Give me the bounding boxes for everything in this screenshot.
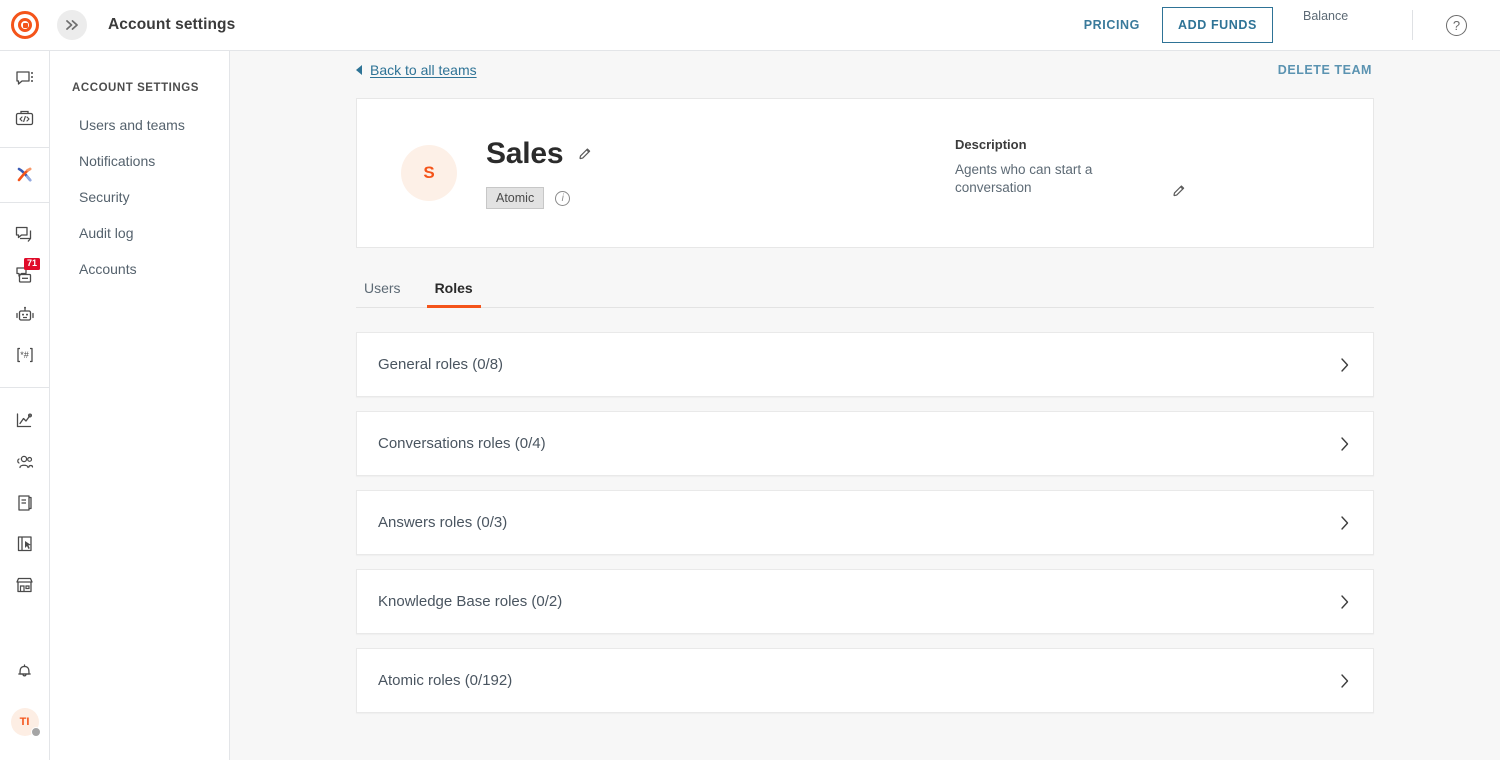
- inbox-badge: 71: [24, 258, 40, 270]
- role-row-knowledge-base[interactable]: Knowledge Base roles (0/2): [356, 569, 1374, 634]
- top-bar: Account settings PRICING ADD FUNDS Balan…: [0, 0, 1500, 51]
- notifications-button[interactable]: [0, 651, 50, 691]
- chevron-right-icon: [1341, 673, 1349, 688]
- target-logo[interactable]: [11, 11, 39, 39]
- chevron-right-icon: [1341, 436, 1349, 451]
- sidebar-item-contacts[interactable]: [0, 441, 50, 482]
- sidebar-item-inbox[interactable]: 71: [0, 255, 50, 295]
- team-tabs: Users Roles: [356, 274, 1374, 308]
- chevron-right-icon: [1341, 594, 1349, 609]
- keywords-icon: *#: [16, 347, 33, 363]
- edit-description-icon[interactable]: [1171, 183, 1187, 199]
- team-title-row: Sales: [486, 137, 593, 171]
- tab-users[interactable]: Users: [356, 280, 409, 307]
- balance-label: Balance: [1303, 9, 1349, 23]
- team-chip-row: Atomic i: [486, 187, 593, 209]
- settings-nav-heading: ACCOUNT SETTINGS: [72, 82, 199, 94]
- analytics-icon: [16, 412, 33, 427]
- knowledge-base-icon: [17, 494, 32, 511]
- icon-rail: 71 *# TI: [0, 51, 50, 760]
- avatar-initials: TI: [19, 716, 30, 728]
- sidebar-item-security[interactable]: Security: [50, 179, 229, 215]
- delete-team-button[interactable]: DELETE TEAM: [1278, 63, 1372, 77]
- help-icon[interactable]: ?: [1446, 14, 1467, 36]
- team-name: Sales: [486, 137, 564, 170]
- developer-toolbox-icon: [15, 110, 34, 126]
- toolbar-divider: [1412, 10, 1413, 40]
- sidebar-item-accounts[interactable]: Accounts: [50, 251, 229, 287]
- role-row-atomic[interactable]: Atomic roles (0/192): [356, 648, 1374, 713]
- info-icon[interactable]: i: [555, 190, 571, 206]
- main-content: Back to all teams DELETE TEAM S Sales At…: [230, 51, 1500, 760]
- sidebar-item-analytics[interactable]: [0, 400, 50, 441]
- role-label: Knowledge Base roles (0/2): [378, 593, 563, 610]
- sidebar-item-users-and-teams[interactable]: Users and teams: [50, 107, 229, 143]
- role-label: Conversations roles (0/4): [378, 435, 546, 452]
- bell-icon: [18, 664, 31, 677]
- sidebar-item-knowledge-base[interactable]: [0, 482, 50, 523]
- pricing-link[interactable]: PRICING: [1084, 18, 1140, 32]
- sidebar-item-bots[interactable]: [0, 295, 50, 335]
- templates-icon: [17, 535, 32, 551]
- back-link-label: Back to all teams: [370, 62, 477, 78]
- page-title: Account settings: [108, 16, 236, 33]
- role-label: Answers roles (0/3): [378, 514, 508, 531]
- marketplace-icon: [16, 577, 33, 592]
- expand-sidebar-button[interactable]: [57, 10, 87, 40]
- rail-divider: [0, 202, 50, 203]
- role-row-general[interactable]: General roles (0/8): [356, 332, 1374, 397]
- sidebar-item-marketplace[interactable]: [0, 564, 50, 605]
- rail-bottom-section: TI: [0, 651, 50, 760]
- role-row-conversations[interactable]: Conversations roles (0/4): [356, 411, 1374, 476]
- team-description-block: Description Agents who can start a conve…: [955, 137, 1215, 197]
- sidebar-item-copy-messages[interactable]: [0, 215, 50, 255]
- atomic-x-icon: [17, 167, 32, 182]
- rail-divider: [0, 387, 50, 388]
- sidebar-item-audit-log[interactable]: Audit log: [50, 215, 229, 251]
- balance-block: Balance: [1303, 0, 1398, 23]
- chevron-right-icon: [1341, 357, 1349, 372]
- role-label: Atomic roles (0/192): [378, 672, 513, 689]
- svg-text:*#: *#: [20, 350, 29, 360]
- bot-icon: [15, 306, 34, 321]
- sidebar-item-keywords[interactable]: *#: [0, 335, 50, 375]
- arrow-left-icon: [356, 65, 362, 75]
- tab-roles[interactable]: Roles: [426, 280, 481, 308]
- chevron-right-icon: [1341, 515, 1349, 530]
- team-avatar: S: [401, 145, 457, 201]
- role-label: General roles (0/8): [378, 356, 504, 373]
- add-funds-button[interactable]: ADD FUNDS: [1161, 7, 1273, 43]
- contacts-icon: [16, 455, 33, 468]
- sidebar-item-templates[interactable]: [0, 523, 50, 564]
- sidebar-item-atomic[interactable]: [0, 148, 50, 202]
- team-header-card: S Sales Atomic i Description Agents who …: [356, 98, 1374, 248]
- sidebar-item-conversations[interactable]: [0, 59, 50, 99]
- team-type-chip[interactable]: Atomic: [486, 187, 545, 209]
- back-to-all-teams-link[interactable]: Back to all teams: [356, 62, 477, 78]
- description-text: Agents who can start a conversation: [955, 162, 1093, 195]
- breadcrumb-row: Back to all teams DELETE TEAM: [230, 51, 1500, 78]
- status-dot: [30, 727, 41, 737]
- sidebar-item-notifications[interactable]: Notifications: [50, 143, 229, 179]
- sidebar-item-developer[interactable]: [0, 99, 50, 139]
- description-label: Description: [955, 137, 1027, 152]
- conversations-icon: [15, 71, 33, 85]
- account-settings-nav: ACCOUNT SETTINGS Users and teams Notific…: [50, 51, 230, 760]
- top-bar-actions: PRICING ADD FUNDS Balance ?: [1084, 0, 1500, 50]
- chevron-double-right-icon: [65, 20, 78, 30]
- role-row-answers[interactable]: Answers roles (0/3): [356, 490, 1374, 555]
- roles-list: General roles (0/8) Conversations roles …: [356, 332, 1374, 713]
- team-info: Sales Atomic i: [486, 137, 593, 209]
- copy-messages-icon: [15, 226, 32, 242]
- edit-team-name-icon[interactable]: [577, 146, 593, 162]
- user-avatar[interactable]: TI: [10, 708, 41, 737]
